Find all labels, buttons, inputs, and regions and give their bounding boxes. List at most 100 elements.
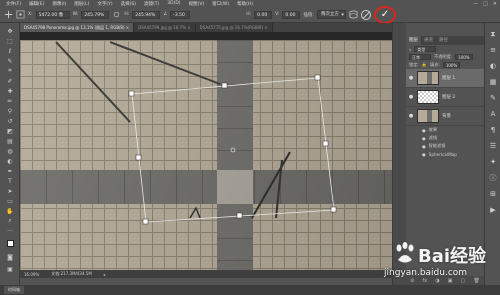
adjustments-icon[interactable]: ◐: [488, 61, 498, 71]
maximize-button[interactable]: □: [483, 1, 488, 7]
close-button[interactable]: ✕: [493, 1, 497, 7]
swatches-icon[interactable]: ▦: [488, 77, 498, 87]
clone-stamp-tool-icon[interactable]: ⚲: [5, 107, 15, 115]
x-field[interactable]: 5472.00 像: [35, 10, 70, 19]
menu-item-10[interactable]: 帮助(H): [237, 1, 253, 7]
transform-handle-t[interactable]: [221, 82, 228, 89]
eye-icon[interactable]: ●: [422, 152, 426, 157]
styles-icon[interactable]: ✦: [488, 157, 498, 167]
interpolation-select[interactable]: 两次立方: [316, 10, 346, 19]
eye-icon[interactable]: ●: [422, 136, 426, 141]
eraser-tool-icon[interactable]: ◩: [5, 127, 15, 135]
info-icon[interactable]: ⓘ: [488, 173, 498, 183]
layer-row-3[interactable]: ● 背景: [406, 107, 484, 126]
brush-tool-icon[interactable]: ✏: [5, 97, 15, 105]
timeline-tab-label[interactable]: 时间轴: [4, 286, 24, 294]
blur-tool-icon[interactable]: ◍: [5, 147, 15, 155]
zoom-level[interactable]: 16.09%: [24, 272, 39, 277]
navigator-icon[interactable]: ⊞: [488, 189, 498, 199]
dodge-tool-icon[interactable]: ◐: [5, 157, 15, 165]
libraries-icon[interactable]: ☰: [488, 141, 498, 151]
menu-item-8[interactable]: 视图(V): [189, 1, 205, 7]
menu-item-4[interactable]: 文字(Y): [97, 1, 112, 7]
quick-mask-icon[interactable]: ◙: [5, 253, 15, 261]
canvas[interactable]: [20, 32, 392, 270]
transform-handle-l[interactable]: [135, 154, 142, 161]
transform-handle-b[interactable]: [236, 212, 243, 219]
brush-settings-icon[interactable]: ✎: [488, 93, 498, 103]
paragraph-icon[interactable]: ¶: [488, 125, 498, 135]
type-tool-icon[interactable]: T: [5, 177, 15, 185]
actions-icon[interactable]: ▶: [488, 205, 498, 215]
transform-bounding-box[interactable]: [131, 77, 335, 223]
screen-mode-icon[interactable]: ▣: [5, 265, 15, 273]
menu-item-0[interactable]: 文件(F): [6, 1, 21, 7]
kind-filter-select[interactable]: 类型: [414, 46, 437, 52]
vskew-field[interactable]: 0.00: [282, 10, 301, 19]
effect-row[interactable]: ● 效果: [406, 126, 484, 134]
layer-row-2[interactable]: ● 图层 2: [406, 88, 484, 107]
menu-item-1[interactable]: 编辑(E): [29, 1, 44, 7]
width-field[interactable]: 245.79%: [81, 10, 110, 19]
tab-paths[interactable]: 路径: [436, 36, 451, 45]
status-arrow-icon[interactable]: ▸: [104, 272, 106, 277]
transform-handle-br[interactable]: [330, 206, 337, 213]
pen-tool-icon[interactable]: ✒: [5, 167, 15, 175]
character-icon[interactable]: A: [488, 109, 498, 119]
path-select-tool-icon[interactable]: ➤: [5, 187, 15, 195]
transform-handle-r[interactable]: [322, 140, 329, 147]
eye-icon[interactable]: ●: [422, 144, 426, 149]
crop-tool-icon[interactable]: ⌗: [5, 67, 15, 75]
foreground-color-swatch[interactable]: [5, 239, 15, 247]
transform-center-point[interactable]: [230, 147, 236, 153]
fill-field[interactable]: 100%: [442, 62, 461, 68]
blend-mode-select[interactable]: 正常: [409, 54, 431, 60]
doc-tab-1[interactable]: DSA45798 Panorama.jpg @ 13.1% (图层 1, RGB…: [20, 23, 135, 32]
eye-icon[interactable]: ●: [408, 94, 414, 100]
transform-handle-bl[interactable]: [142, 218, 149, 225]
menu-item-7[interactable]: 3D(D): [167, 1, 180, 6]
layer-row-1[interactable]: ● 图层 1: [406, 69, 484, 88]
menu-item-5[interactable]: 选择(S): [121, 1, 136, 7]
hand-tool-icon[interactable]: ✋: [5, 207, 15, 215]
gradient-tool-icon[interactable]: ▤: [5, 137, 15, 145]
lasso-tool-icon[interactable]: ℓ: [5, 47, 15, 55]
tab-channels[interactable]: 通道: [421, 36, 436, 45]
cancel-transform-button[interactable]: [360, 9, 371, 20]
more-tools-icon[interactable]: ···: [5, 227, 15, 235]
warp-mode-icon[interactable]: [349, 10, 358, 19]
tab-layers[interactable]: 图层: [406, 36, 421, 45]
move-tool-icon[interactable]: ✥: [5, 27, 15, 35]
quick-select-tool-icon[interactable]: ✎: [5, 57, 15, 65]
eye-icon[interactable]: ●: [422, 128, 426, 133]
height-field[interactable]: 245.94%: [132, 10, 161, 19]
healing-brush-tool-icon[interactable]: ✚: [5, 87, 15, 95]
history-brush-tool-icon[interactable]: ↺: [5, 117, 15, 125]
doc-tab-3[interactable]: DSA45775.jpg @ 16.7%(RGB/8) ×: [195, 23, 273, 32]
transform-handle-tl[interactable]: [128, 90, 135, 97]
hskew-field[interactable]: 0.00: [254, 10, 273, 19]
menu-item-2[interactable]: 图像(I): [52, 1, 66, 7]
eye-icon[interactable]: ●: [408, 75, 414, 81]
properties-icon[interactable]: ≡: [488, 45, 498, 55]
marquee-tool-icon[interactable]: ⬚: [5, 37, 15, 45]
spherical-map-row[interactable]: ● SphericalMap: [406, 150, 484, 158]
history-icon[interactable]: ⧗: [488, 29, 498, 39]
smart-filter-row[interactable]: ● 智能滤镜: [406, 142, 484, 150]
lock-icon[interactable]: 🔒: [422, 62, 427, 68]
doc-tab-2[interactable]: DSA45799.jpg @ 16.7% ×: [134, 23, 196, 32]
transform-handle-tr[interactable]: [314, 74, 321, 81]
link-icon[interactable]: [112, 10, 121, 19]
minimize-button[interactable]: —: [473, 1, 478, 7]
commit-transform-button[interactable]: ✓: [373, 5, 396, 24]
menu-item-6[interactable]: 滤镜(T): [144, 1, 159, 7]
shape-tool-icon[interactable]: ▭: [5, 197, 15, 205]
eye-icon[interactable]: ●: [408, 113, 414, 119]
eyedropper-tool-icon[interactable]: ✐: [5, 77, 15, 85]
opacity-field[interactable]: 100%: [455, 54, 473, 60]
zoom-tool-icon[interactable]: ⌕: [5, 217, 15, 225]
reference-point-icon[interactable]: [16, 10, 25, 19]
menu-item-9[interactable]: 窗口(W): [212, 1, 229, 7]
menu-item-3[interactable]: 图层(L): [74, 1, 89, 7]
angle-field[interactable]: -3.50: [170, 10, 191, 19]
